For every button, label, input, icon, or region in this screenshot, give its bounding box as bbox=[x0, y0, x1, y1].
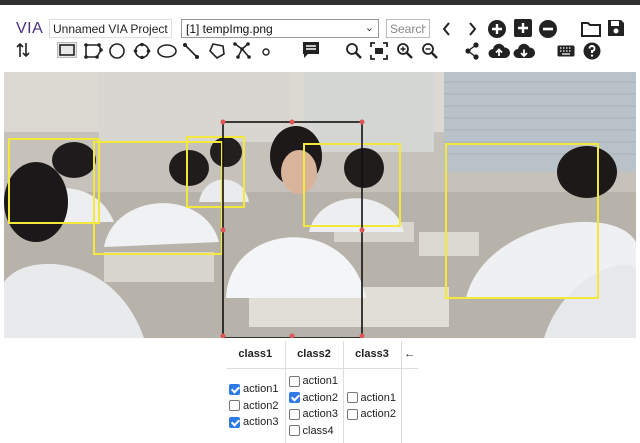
option-class1-action3[interactable]: action3 bbox=[229, 414, 282, 431]
add-url-icon[interactable] bbox=[513, 18, 533, 38]
checkbox[interactable] bbox=[288, 425, 300, 436]
fit-screen-icon[interactable] bbox=[370, 42, 388, 60]
checkbox[interactable] bbox=[288, 392, 300, 403]
attribute-table: class1 class2 class3 ← action1 action2 a… bbox=[226, 341, 418, 443]
option-class1-action2[interactable]: action2 bbox=[229, 398, 282, 415]
option-class3-action1[interactable]: action1 bbox=[346, 389, 398, 406]
zoom-in-icon[interactable] bbox=[396, 42, 414, 60]
checkbox[interactable] bbox=[229, 416, 240, 428]
project-name-field[interactable]: Unnamed VIA Project bbox=[49, 19, 172, 38]
polygon-outline-icon[interactable] bbox=[208, 42, 226, 60]
ellipse-shape-icon[interactable] bbox=[157, 44, 177, 58]
cloud-download-icon[interactable] bbox=[513, 42, 535, 59]
image-canvas[interactable] bbox=[4, 72, 636, 338]
option-class2-class4[interactable]: class4 bbox=[288, 422, 340, 439]
back-arrow-icon[interactable]: ← bbox=[400, 341, 418, 369]
checkbox[interactable] bbox=[229, 383, 240, 395]
attribute-header-class2: class2 bbox=[284, 341, 344, 369]
attribute-panel: class1 class2 class3 ← action1 action2 a… bbox=[226, 341, 418, 443]
checkbox[interactable] bbox=[346, 392, 358, 403]
option-class3-action2[interactable]: action2 bbox=[346, 406, 398, 423]
attribute-header-class1: class1 bbox=[226, 341, 286, 369]
line-shape-icon[interactable] bbox=[182, 42, 200, 60]
help-icon[interactable] bbox=[583, 42, 601, 60]
attribute-options-class1: action1 action2 action3 bbox=[226, 367, 286, 443]
keyboard-icon[interactable] bbox=[557, 45, 575, 57]
checkbox[interactable] bbox=[346, 408, 358, 420]
app-brand: VIA bbox=[16, 20, 44, 37]
option-class2-action1[interactable]: action1 bbox=[288, 373, 340, 390]
rect-shape-icon[interactable] bbox=[57, 42, 77, 58]
option-class2-action2[interactable]: action2 bbox=[288, 389, 340, 406]
annotation-editor-icon[interactable] bbox=[302, 41, 320, 59]
next-image-icon[interactable] bbox=[466, 22, 478, 36]
zoom-icon[interactable] bbox=[345, 42, 363, 60]
polygon-shape-icon[interactable] bbox=[83, 43, 103, 59]
cloud-upload-icon[interactable] bbox=[488, 42, 510, 59]
save-project-icon[interactable] bbox=[607, 19, 625, 37]
option-class2-action3[interactable]: action3 bbox=[288, 406, 340, 423]
attribute-header-class3: class3 bbox=[342, 341, 402, 369]
remove-file-icon[interactable] bbox=[538, 19, 558, 39]
checkbox[interactable] bbox=[288, 408, 300, 420]
image-file-select[interactable]: [1] tempImg.png ⌄ bbox=[181, 19, 379, 38]
classroom-photo bbox=[4, 72, 636, 338]
previous-image-icon[interactable] bbox=[441, 22, 453, 36]
image-file-select-value: [1] tempImg.png bbox=[186, 22, 273, 36]
share-icon[interactable] bbox=[463, 42, 481, 60]
sort-icon[interactable] bbox=[16, 42, 30, 58]
circle-shape-icon[interactable] bbox=[108, 43, 126, 59]
attribute-spacer bbox=[400, 367, 418, 443]
polyline-shape-icon[interactable] bbox=[233, 42, 251, 60]
search-input[interactable] bbox=[386, 19, 430, 38]
ring-shape-icon[interactable] bbox=[132, 43, 152, 59]
add-files-icon[interactable] bbox=[487, 19, 507, 39]
zoom-out-icon[interactable] bbox=[421, 42, 439, 60]
checkbox[interactable] bbox=[288, 375, 300, 387]
point-shape-icon[interactable] bbox=[262, 48, 270, 56]
option-class1-action1[interactable]: action1 bbox=[229, 381, 282, 398]
chevron-down-icon: ⌄ bbox=[364, 22, 374, 34]
attribute-options-class2: action1 action2 action3 class4 bbox=[284, 367, 344, 443]
attribute-options-class3: action1 action2 bbox=[342, 367, 402, 443]
checkbox[interactable] bbox=[229, 400, 240, 412]
open-project-icon[interactable] bbox=[581, 20, 601, 38]
toolbar: VIA Unnamed VIA Project [1] tempImg.png … bbox=[0, 5, 640, 67]
